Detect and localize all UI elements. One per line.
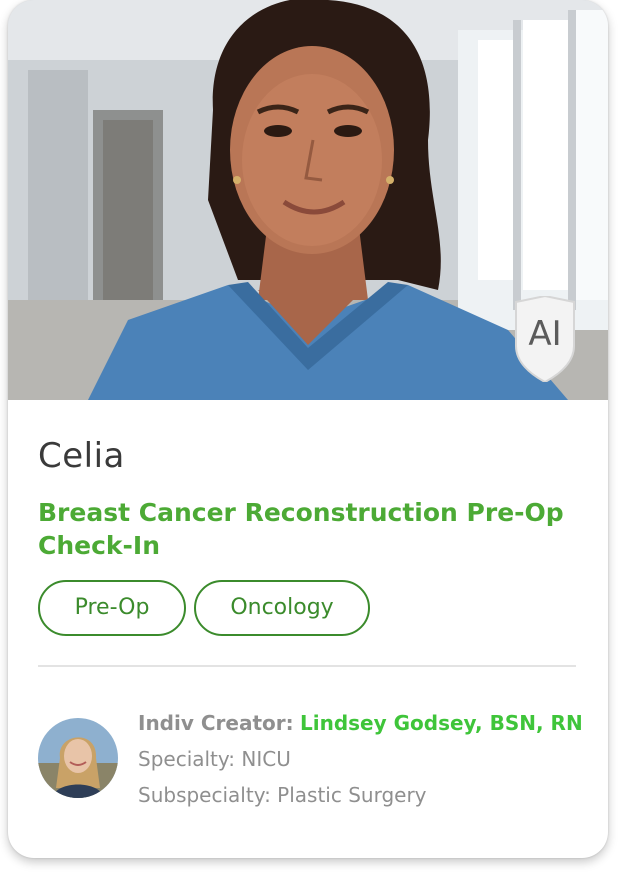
tag-pre-op[interactable]: Pre-Op — [38, 580, 186, 636]
creator-label: Indiv Creator: — [138, 711, 294, 735]
divider — [38, 665, 576, 667]
agent-photo: AI — [8, 0, 608, 400]
creator-avatar[interactable] — [38, 718, 118, 798]
creator-line: Indiv Creator: Lindsey Godsey, BSN, RN — [138, 708, 583, 744]
agent-card[interactable]: AI Celia Breast Cancer Reconstruction Pr… — [8, 0, 608, 858]
avatar-illustration — [38, 718, 118, 798]
ai-badge: AI — [512, 296, 578, 382]
tag-oncology[interactable]: Oncology — [194, 580, 370, 636]
agent-name: Celia — [38, 436, 125, 476]
program-title: Breast Cancer Reconstruction Pre-Op Chec… — [38, 498, 564, 560]
creator-subspecialty: Subspecialty: Plastic Surgery — [138, 783, 427, 807]
ai-badge-label: AI — [528, 314, 562, 354]
creator-specialty: Specialty: NICU — [138, 747, 291, 771]
creator-name-link[interactable]: Lindsey Godsey, BSN, RN — [300, 711, 583, 735]
creator-info: Indiv Creator: Lindsey Godsey, BSN, RN S… — [138, 708, 583, 816]
